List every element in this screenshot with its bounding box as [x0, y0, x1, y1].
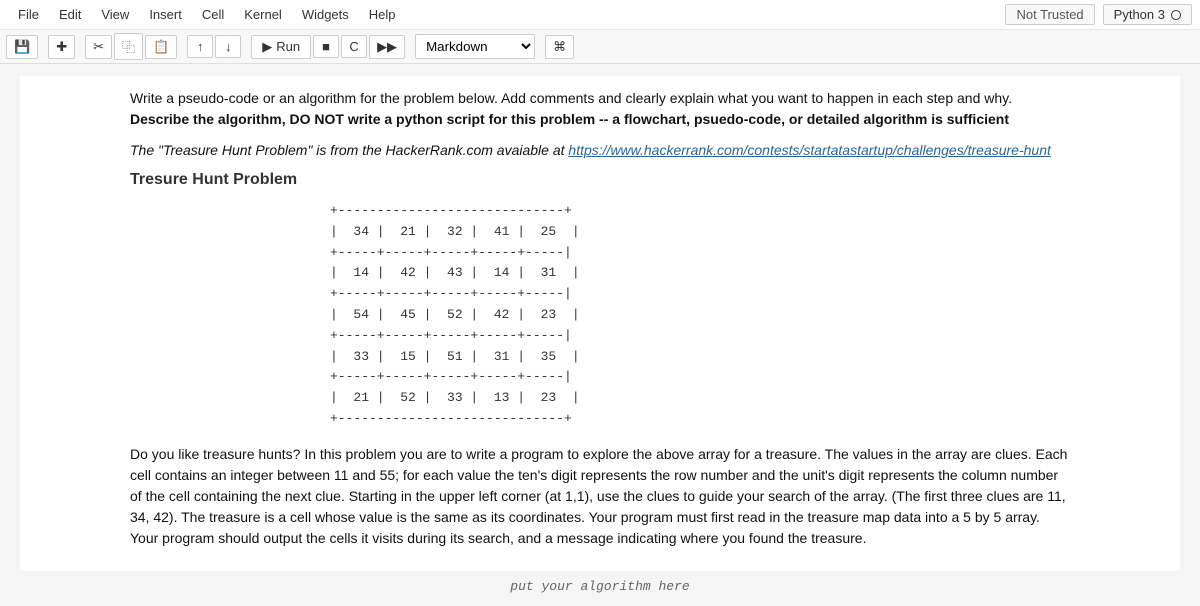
- arrow-down-icon: ↓: [225, 39, 232, 54]
- paste-button[interactable]: 📋: [145, 35, 177, 59]
- instruction-text: Write a pseudo-code or an algorithm for …: [130, 90, 1012, 106]
- fast-forward-icon: ▶▶: [377, 39, 397, 55]
- scissors-icon: ✂: [93, 39, 104, 55]
- menu-view[interactable]: View: [91, 3, 139, 26]
- restart-run-all-button[interactable]: ▶▶: [369, 35, 405, 59]
- menubar: File Edit View Insert Cell Kernel Widget…: [0, 0, 1200, 30]
- cell-type-select[interactable]: Markdown: [415, 34, 535, 59]
- paste-icon: 📋: [153, 39, 169, 55]
- keyboard-icon: ⌘: [553, 39, 566, 55]
- insert-cell-button[interactable]: ✚: [48, 35, 75, 59]
- stop-icon: ■: [322, 39, 330, 54]
- menu-cell[interactable]: Cell: [192, 3, 234, 26]
- copy-icon: ⿻: [122, 37, 135, 56]
- menu-help[interactable]: Help: [359, 3, 406, 26]
- save-icon: 💾: [14, 39, 30, 55]
- kernel-idle-icon: [1171, 10, 1181, 20]
- instruction-bold: Describe the algorithm, DO NOT write a p…: [130, 111, 1009, 127]
- source-paragraph: The "Treasure Hunt Problem" is from the …: [130, 140, 1070, 161]
- menu-insert[interactable]: Insert: [139, 3, 192, 26]
- move-up-button[interactable]: ↑: [187, 35, 213, 58]
- source-text: The "Treasure Hunt Problem" is from the …: [130, 142, 568, 158]
- not-trusted-button[interactable]: Not Trusted: [1005, 4, 1094, 25]
- hackerrank-link[interactable]: https://www.hackerrank.com/contests/star…: [568, 142, 1050, 158]
- arrow-up-icon: ↑: [197, 39, 204, 54]
- interrupt-button[interactable]: ■: [313, 35, 339, 58]
- problem-description: Do you like treasure hunts? In this prob…: [130, 444, 1070, 549]
- copy-button[interactable]: ⿻: [114, 33, 143, 60]
- menu-edit[interactable]: Edit: [49, 3, 91, 26]
- markdown-cell[interactable]: Write a pseudo-code or an algorithm for …: [20, 76, 1180, 571]
- toolbar: 💾 ✚ ✂ ⿻ 📋 ↑ ↓ ▶ Run ■ C ▶▶ Markdown ⌘: [0, 30, 1200, 64]
- cut-button[interactable]: ✂: [85, 35, 112, 59]
- menu-widgets[interactable]: Widgets: [292, 3, 359, 26]
- menu-kernel[interactable]: Kernel: [234, 3, 292, 26]
- run-label: Run: [276, 39, 300, 54]
- notebook-content: Write a pseudo-code or an algorithm for …: [0, 64, 1200, 606]
- run-button[interactable]: ▶ Run: [251, 35, 311, 59]
- restart-icon: C: [349, 39, 358, 54]
- command-palette-button[interactable]: ⌘: [545, 35, 574, 59]
- grid-diagram: +-----------------------------+ | 34 | 2…: [330, 201, 1070, 430]
- plus-icon: ✚: [56, 39, 67, 55]
- move-down-button[interactable]: ↓: [215, 35, 241, 58]
- play-icon: ▶: [262, 39, 272, 55]
- kernel-indicator[interactable]: Python 3: [1103, 4, 1192, 25]
- problem-title: Tresure Hunt Problem: [130, 171, 1070, 189]
- save-button[interactable]: 💾: [6, 35, 38, 59]
- code-cell-placeholder[interactable]: put your algorithm here: [20, 579, 1180, 594]
- instruction-paragraph: Write a pseudo-code or an algorithm for …: [130, 88, 1070, 130]
- kernel-name: Python 3: [1114, 7, 1165, 22]
- restart-button[interactable]: C: [341, 35, 367, 58]
- menu-file[interactable]: File: [8, 3, 49, 26]
